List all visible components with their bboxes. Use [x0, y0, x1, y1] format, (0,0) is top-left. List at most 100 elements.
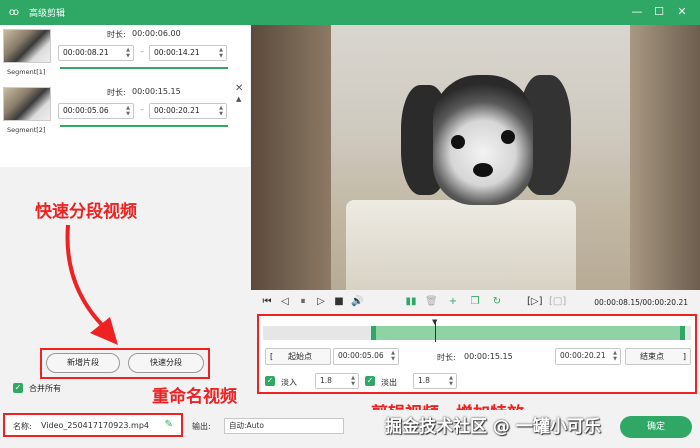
segment-duration-label: 时长:: [107, 30, 126, 39]
fade-out-label: 淡出: [381, 378, 397, 387]
segment-start-value: 00:00:08.21: [63, 48, 109, 57]
annotation-rename: 重命名视频: [152, 387, 237, 407]
fade-in-label: 淡入: [281, 378, 297, 387]
segment-end-field[interactable]: 00:00:20.21 ▲ ▼: [149, 103, 227, 119]
range-separator: –: [140, 47, 144, 56]
reset-icon[interactable]: ↻: [491, 296, 503, 308]
copy-icon[interactable]: ❐: [469, 296, 481, 308]
fade-in-field[interactable]: 1.8 ▲ ▼: [315, 373, 359, 389]
stop-icon[interactable]: ■: [333, 296, 345, 308]
segment-start-value: 00:00:05.06: [63, 106, 109, 115]
spinner-icon[interactable]: ▲ ▼: [125, 47, 131, 59]
playhead[interactable]: [435, 320, 436, 342]
trim-panel: ▼ [ 起始点 00:00:05.06 ▲▼ 时长: 00:00:15.15 0…: [257, 314, 697, 394]
pause-icon[interactable]: ⏸: [297, 296, 309, 308]
video-preview[interactable]: [251, 25, 700, 290]
segment-duration-label: 时长:: [107, 88, 126, 97]
segment-start-field[interactable]: 00:00:08.21 ▲ ▼: [58, 45, 134, 61]
move-up-icon[interactable]: ▲: [236, 95, 241, 103]
duration-value: 00:00:15.15: [464, 352, 513, 361]
fade-out-value: 1.8: [418, 376, 430, 385]
crop-icon[interactable]: [▷]: [527, 296, 543, 308]
set-end-label: 结束点: [640, 352, 664, 361]
name-label: 名称:: [13, 422, 32, 431]
fade-in-value: 1.8: [320, 376, 332, 385]
fade-out-checkbox[interactable]: ✓: [365, 376, 375, 386]
add-icon[interactable]: +: [447, 296, 459, 308]
segment-thumbnail: [3, 87, 51, 121]
name-value: Video_250417170923.mp4: [41, 421, 149, 430]
set-start-button[interactable]: [ 起始点: [265, 348, 331, 365]
video-dog-nose: [473, 163, 493, 177]
video-bag: [346, 200, 576, 290]
segment-duration: 00:00:06.00: [132, 29, 181, 38]
video-dog-head: [433, 75, 533, 205]
output-select[interactable]: 自动:Auto: [224, 418, 344, 434]
spinner-icon[interactable]: ▲ ▼: [218, 47, 224, 59]
app-logo-icon: ꝏ: [8, 7, 20, 18]
set-start-label: 起始点: [288, 352, 312, 361]
fade-out-field[interactable]: 1.8 ▲ ▼: [413, 373, 457, 389]
merge-all-label: 合并所有: [29, 384, 61, 393]
segment-range-bar: [60, 125, 228, 127]
segment-item[interactable]: Segment[1] 时长: 00:00:06.00 00:00:08.21 ▲…: [0, 25, 250, 83]
fit-icon[interactable]: [□]: [549, 296, 566, 308]
quick-split-button[interactable]: 快速分段: [128, 353, 204, 373]
start-time-value: 00:00:05.06: [338, 351, 384, 360]
segment-end-field[interactable]: 00:00:14.21 ▲ ▼: [149, 45, 227, 61]
step-forward-icon[interactable]: ▷: [315, 296, 327, 308]
segment-range-bar: [60, 67, 228, 69]
duration-label: 时长:: [437, 353, 456, 362]
close-button[interactable]: ✕: [675, 5, 689, 19]
remove-segment-icon[interactable]: ✕: [235, 83, 243, 94]
red-arrow-icon: [65, 224, 118, 345]
bracket-left-icon: [: [270, 352, 274, 361]
spinner-icon[interactable]: ▲ ▼: [350, 375, 356, 387]
name-field[interactable]: 名称: Video_250417170923.mp4 ✎: [3, 413, 183, 437]
segment-label: Segment[1]: [7, 68, 46, 76]
fade-in-checkbox[interactable]: ✓: [265, 376, 275, 386]
range-separator: –: [140, 105, 144, 114]
bottom-bar: 名称: Video_250417170923.mp4 ✎ 输出: 自动:Auto…: [0, 410, 700, 448]
arrow-head: [90, 317, 118, 345]
segment-end-value: 00:00:14.21: [154, 48, 200, 57]
timeline-selection[interactable]: [371, 326, 685, 340]
set-end-button[interactable]: 结束点 ]: [625, 348, 691, 365]
spinner-icon[interactable]: ▲ ▼: [390, 350, 396, 362]
spinner-icon[interactable]: ▲ ▼: [612, 350, 618, 362]
segment-panel: Segment[1] 时长: 00:00:06.00 00:00:08.21 ▲…: [0, 25, 250, 448]
video-background: [630, 25, 700, 290]
skip-start-icon[interactable]: ⏮: [261, 296, 273, 308]
edit-icon[interactable]: ✎: [165, 419, 173, 430]
bracket-right-icon: ]: [682, 352, 686, 361]
output-label: 输出:: [192, 422, 211, 431]
segment-duration: 00:00:15.15: [132, 87, 181, 96]
video-dog-eye: [451, 135, 465, 149]
add-segment-button[interactable]: 新增片段: [46, 353, 120, 373]
minimize-button[interactable]: —: [630, 5, 644, 19]
window-title: 高级剪辑: [29, 9, 66, 19]
maximize-button[interactable]: ☐: [652, 5, 666, 19]
merge-all-checkbox[interactable]: ✓: [13, 383, 23, 393]
volume-icon[interactable]: 🔊: [351, 296, 363, 308]
segment-item[interactable]: Segment[2] 时长: 00:00:15.15 ✕ ▲ 00:00:05.…: [0, 83, 250, 167]
delete-icon[interactable]: 🗑: [425, 296, 438, 308]
output-value: 自动:Auto: [229, 421, 264, 430]
spinner-icon[interactable]: ▲ ▼: [448, 375, 454, 387]
time-readout: 00:00:08.15/00:00:20.21: [594, 298, 688, 307]
annotation-quick-split: 快速分段视频: [35, 202, 137, 222]
spinner-icon[interactable]: ▲ ▼: [218, 105, 224, 117]
video-dog-eye: [501, 130, 515, 144]
segment-thumbnail: [3, 29, 51, 63]
split-icon[interactable]: ▮▮: [405, 296, 417, 308]
spinner-icon[interactable]: ▲ ▼: [125, 105, 131, 117]
start-time-field[interactable]: 00:00:05.06 ▲ ▼: [333, 348, 399, 365]
step-back-icon[interactable]: ◁: [279, 296, 291, 308]
segment-start-field[interactable]: 00:00:05.06 ▲ ▼: [58, 103, 134, 119]
segment-end-value: 00:00:20.21: [154, 106, 200, 115]
end-time-field[interactable]: 00:00:20.21 ▲ ▼: [555, 348, 621, 365]
confirm-button[interactable]: 确定: [620, 416, 692, 438]
player-controls: ⏮ ◁ ⏸ ▷ ■ 🔊 ▮▮ 🗑 + ❐ ↻ [▷] [□] 00:00:08.…: [251, 290, 700, 314]
end-time-value: 00:00:20.21: [560, 351, 606, 360]
arrow-shaft: [65, 224, 107, 330]
